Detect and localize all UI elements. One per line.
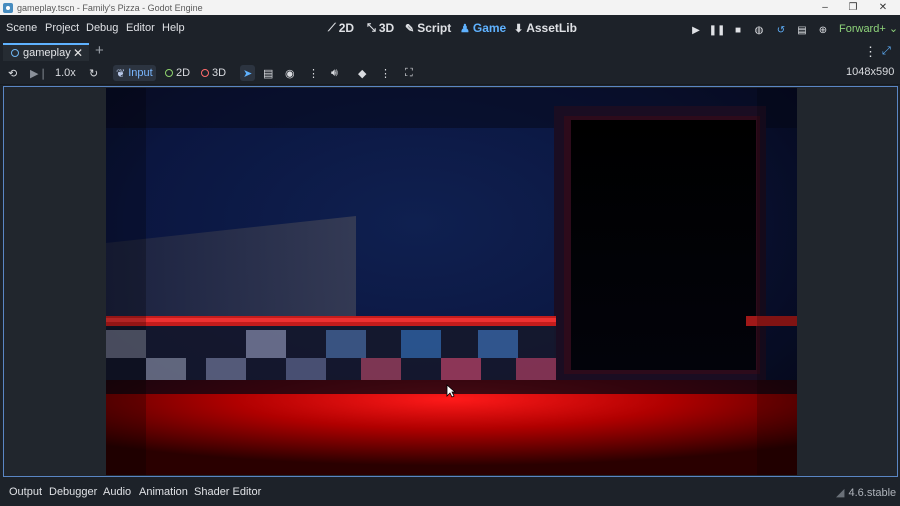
godot-logo-icon [3,2,13,13]
window-title: gameplay.tscn - Family's Pizza - Godot E… [17,2,203,13]
workspace-game-button[interactable]: ♟ Game [460,21,506,35]
close-tab-icon[interactable]: ✕ [73,46,83,60]
time-scale-button[interactable]: 1.0x [55,65,76,81]
workspace-2d-label: 2D [338,21,355,35]
game-viewport[interactable] [106,88,797,475]
3d-node-icon [201,69,209,77]
resolution-readout: 1048x590 [846,66,895,78]
pause-icon: ❚❚ [708,24,726,36]
scene-tab-bar: gameplay ✕ + ⋮ ⤢ [0,43,900,61]
reload-icon: ↺ [776,24,786,36]
assetlib-workspace-icon: ⬇ [514,22,524,35]
reload-button[interactable]: ↺ [774,23,788,37]
2d-node-icon [165,69,173,77]
input-icon: ❦ [116,67,126,80]
game-toolbar: ⟲ ▶❘ 1.0x ↻ ❦ Input 2D 3D ➤ ▤ ◉ ⋮ 🔊︎ ◆ ⋮… [0,61,900,85]
3d-workspace-icon: ⤡ [367,21,376,34]
bottom-tab-shader-editor[interactable]: Shader Editor [194,486,261,498]
workspace-2d-button[interactable]: ⟋ 2D [328,21,354,35]
remote-debug-button[interactable]: ◍ [752,23,766,37]
stop-icon: ■ [734,24,742,36]
remote-deploy-icon: ◍ [754,24,764,36]
mode-3d-label: 3D [212,67,227,79]
reset-speed-icon[interactable]: ↻ [89,65,98,81]
menu-scene[interactable]: Scene [6,22,37,34]
distraction-free-icon[interactable]: ⤢ [882,45,891,58]
embed-fullscreen-icon[interactable]: ⛶ [405,65,413,81]
input-label: Input [128,67,153,79]
movie-search-icon: ⊕ [818,24,828,36]
chevron-down-icon: ⌄ [888,23,899,35]
add-scene-tab-button[interactable]: + [95,43,104,59]
workspace-3d-button[interactable]: ⤡ 3D [367,21,394,35]
main-menu-bar: Scene Project Debug Editor Help ⟋ 2D ⤡ 3… [0,15,900,43]
workspace-assetlib-button[interactable]: ⬇ AssetLib [514,21,577,35]
workspace-game-label: Game [472,21,507,35]
camera-override-icon[interactable]: ◆ [358,65,366,81]
play-custom-scene-button[interactable]: ⊕ [816,23,830,37]
renderer-label: Forward+ [839,23,886,35]
bottom-tab-output[interactable]: Output [9,486,42,498]
workspace-script-button[interactable]: ✎ Script [405,21,451,35]
mode-2d-label: 2D [176,67,191,79]
workspace-assetlib-label: AssetLib [526,21,577,35]
clapboard-icon: ▤ [797,24,807,36]
window-title-bar: gameplay.tscn - Family's Pizza - Godot E… [0,0,900,15]
menu-debug[interactable]: Debug [86,22,118,34]
version-indicator[interactable]: ◢ 4.6.stable [836,486,897,500]
menu-help[interactable]: Help [162,22,185,34]
minimize-button[interactable]: – [811,0,839,15]
select-arrow-icon[interactable]: ➤ [240,65,256,81]
bottom-panel-bar: Output Debugger Audio Animation Shader E… [0,480,900,506]
step-frame-icon[interactable]: ▶❘ [30,65,48,81]
workspace-3d-label: 3D [378,21,395,35]
maximize-button[interactable]: ❐ [839,0,867,15]
bottom-tab-debugger[interactable]: Debugger [49,486,97,498]
play-icon: ▶ [692,24,700,36]
play-button[interactable]: ▶ [689,23,703,37]
workspace-script-label: Script [417,21,452,35]
game-scene-render [106,88,797,475]
mouse-cursor-icon [446,384,456,398]
play-scene-button[interactable]: ▤ [795,23,809,37]
remote-icon[interactable]: ⟲ [8,65,17,81]
mode-3d-toggle[interactable]: 3D [201,65,226,81]
camera-eye-icon[interactable]: ◉ [285,65,295,81]
scene-root-icon [11,49,19,57]
script-workspace-icon: ✎ [405,22,415,35]
kebab-icon[interactable]: ⋮ [380,65,391,81]
input-toggle[interactable]: ❦ Input [113,65,156,81]
renderer-selector[interactable]: Forward+ ⌄ [839,22,898,35]
kebab-menu-icon[interactable]: ⋮ [864,44,877,60]
bottom-tab-animation[interactable]: Animation [139,486,188,498]
kebab-icon[interactable]: ⋮ [308,65,319,81]
update-spinner-icon: ◢ [836,487,845,499]
game-workspace-icon: ♟ [460,22,470,35]
stop-button[interactable]: ■ [731,23,745,37]
menu-editor[interactable]: Editor [126,22,155,34]
list-icon[interactable]: ▤ [263,65,273,81]
speaker-icon[interactable]: 🔊︎ [331,65,338,81]
game-panel [3,86,898,477]
bottom-tab-audio[interactable]: Audio [103,486,131,498]
2d-workspace-icon: ⟋ [328,21,336,34]
close-window-button[interactable]: ✕ [869,0,897,15]
menu-project[interactable]: Project [45,22,79,34]
tab-label: gameplay [23,47,71,59]
pause-button[interactable]: ❚❚ [708,23,726,37]
tab-gameplay[interactable]: gameplay ✕ [3,43,89,61]
mode-2d-toggle[interactable]: 2D [165,65,190,81]
version-label: 4.6.stable [848,486,897,499]
